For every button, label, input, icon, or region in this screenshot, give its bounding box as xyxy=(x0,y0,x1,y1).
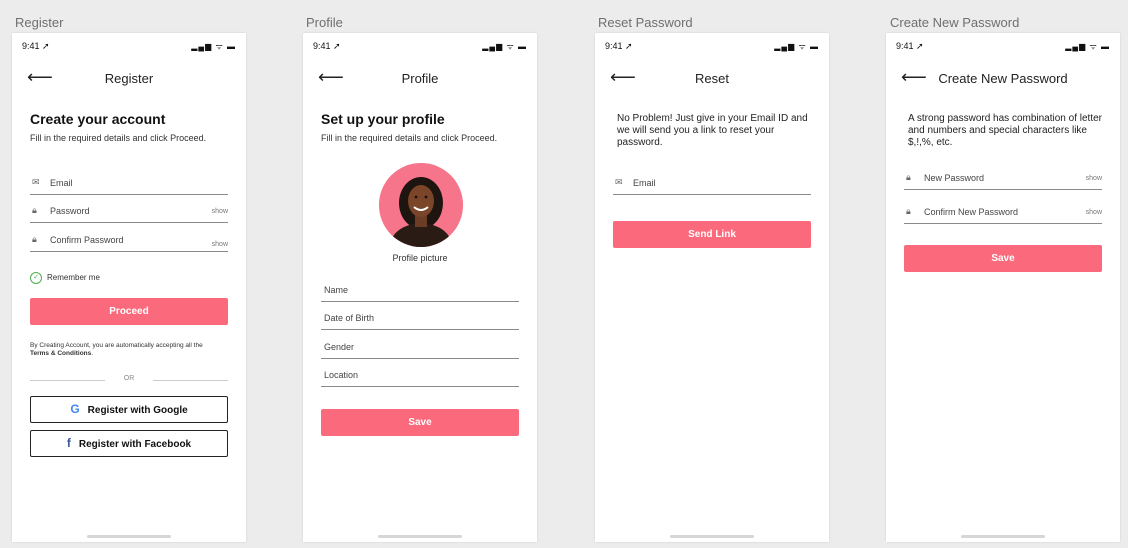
status-time: 9:41 ➚ xyxy=(605,41,633,51)
home-indicator xyxy=(961,535,1045,538)
envelope-icon: ✉ xyxy=(615,177,623,187)
lock-icon: 🔒︎ xyxy=(32,234,37,244)
proceed-button[interactable]: Proceed xyxy=(30,298,228,325)
status-icons: ▂▄▆ ᯤ ▬ xyxy=(774,42,819,51)
home-indicator xyxy=(378,535,462,538)
gender-field[interactable]: Gender xyxy=(321,338,519,359)
new-password-field[interactable]: 🔒︎ New Password show xyxy=(904,169,1102,190)
send-link-button[interactable]: Send Link xyxy=(613,221,811,248)
nav-title: Reset xyxy=(695,71,729,86)
email-label: Email xyxy=(633,178,656,188)
location-field[interactable]: Location xyxy=(321,366,519,387)
password-show-toggle[interactable]: show xyxy=(212,208,228,215)
page-heading: Create your account xyxy=(30,111,166,127)
password-field[interactable]: 🔒︎ Password show xyxy=(30,202,228,223)
name-label: Name xyxy=(324,285,349,295)
create-new-password-screen: 9:41 ➚ ▂▄▆ ᯤ ▬ ⟵ Create New Password A s… xyxy=(886,33,1120,542)
terms-link[interactable]: Terms & Conditions xyxy=(30,350,91,357)
name-field[interactable]: Name xyxy=(321,281,519,302)
page-heading: Set up your profile xyxy=(321,111,445,127)
frame-label-register: Register xyxy=(15,15,64,30)
remember-me[interactable]: ✓ Remember me xyxy=(30,272,100,284)
status-time: 9:41 ➚ xyxy=(22,41,50,51)
avatar[interactable] xyxy=(379,163,463,247)
frame-label-profile: Profile xyxy=(306,15,343,30)
status-bar: 9:41 ➚ ▂▄▆ ᯤ ▬ xyxy=(22,41,236,53)
terms-suffix: . xyxy=(91,350,94,357)
password-instructions: A strong password has combination of let… xyxy=(908,113,1102,148)
lock-icon: 🔒︎ xyxy=(906,206,911,216)
status-icons: ▂▄▆ ᯤ ▬ xyxy=(1065,42,1110,51)
divider-line xyxy=(152,380,228,381)
remember-me-label: Remember me xyxy=(47,273,100,283)
reset-password-screen: 9:41 ➚ ▂▄▆ ᯤ ▬ ⟵ Reset No Problem! Just … xyxy=(595,33,829,542)
frame-label-reset: Reset Password xyxy=(598,15,693,30)
status-time: 9:41 ➚ xyxy=(313,41,341,51)
frame-label-new-password: Create New Password xyxy=(890,15,1020,30)
facebook-logo-icon: f xyxy=(66,436,71,450)
confirm-password-field[interactable]: 🔒︎ Confirm Password show xyxy=(30,231,228,252)
status-icons: ▂▄▆ ᯤ ▬ xyxy=(482,42,527,51)
email-field[interactable]: ✉ Email xyxy=(613,174,811,195)
dob-label: Date of Birth xyxy=(324,313,375,323)
save-button[interactable]: Save xyxy=(904,245,1102,272)
confirm-password-label: Confirm Password xyxy=(50,235,124,245)
page-subtext: Fill in the required details and click P… xyxy=(321,133,498,143)
google-logo-icon: G xyxy=(70,402,80,416)
register-facebook-button[interactable]: f Register with Facebook xyxy=(30,430,228,457)
nav-bar: ⟵ Create New Password xyxy=(886,67,1120,89)
or-divider: OR xyxy=(30,375,228,385)
terms-text: By Creating Account, you are automatical… xyxy=(30,342,228,358)
new-password-label: New Password xyxy=(924,173,985,183)
confirm-password-show-toggle[interactable]: show xyxy=(212,241,228,248)
avatar-caption: Profile picture xyxy=(392,253,448,263)
google-button-label: Register with Google xyxy=(87,405,188,416)
nav-bar: ⟵ Reset xyxy=(595,67,829,89)
email-label: Email xyxy=(50,178,73,188)
nav-title: Create New Password xyxy=(938,71,1068,86)
nav-title: Profile xyxy=(401,71,439,86)
envelope-icon: ✉ xyxy=(32,177,40,187)
status-bar: 9:41 ➚ ▂▄▆ ᯤ ▬ xyxy=(605,41,819,53)
status-time: 9:41 ➚ xyxy=(896,41,924,51)
save-button[interactable]: Save xyxy=(321,409,519,436)
facebook-button-label: Register with Facebook xyxy=(78,439,192,450)
page-subtext: Fill in the required details and click P… xyxy=(30,133,207,143)
nav-bar: ⟵ Profile xyxy=(303,67,537,89)
check-circle-icon[interactable]: ✓ xyxy=(30,272,42,284)
lock-icon: 🔒︎ xyxy=(906,172,911,182)
nav-bar: ⟵ Register xyxy=(12,67,246,89)
confirm-new-password-show-toggle[interactable]: show xyxy=(1086,209,1102,216)
lock-icon: 🔒︎ xyxy=(32,205,37,215)
status-bar: 9:41 ➚ ▂▄▆ ᯤ ▬ xyxy=(313,41,527,53)
new-password-show-toggle[interactable]: show xyxy=(1086,175,1102,182)
password-label: Password xyxy=(50,206,90,216)
confirm-new-password-field[interactable]: 🔒︎ Confirm New Password show xyxy=(904,203,1102,224)
confirm-new-password-label: Confirm New Password xyxy=(924,207,1019,217)
terms-prefix: By Creating Account, you are automatical… xyxy=(30,342,203,349)
home-indicator xyxy=(670,535,754,538)
register-screen: 9:41 ➚ ▂▄▆ ᯤ ▬ ⟵ Register Create your ac… xyxy=(12,33,246,542)
nav-title: Register xyxy=(104,71,154,86)
location-label: Location xyxy=(324,370,359,380)
status-icons: ▂▄▆ ᯤ ▬ xyxy=(191,42,236,51)
profile-screen: 9:41 ➚ ▂▄▆ ᯤ ▬ ⟵ Profile Set up your pro… xyxy=(303,33,537,542)
dob-field[interactable]: Date of Birth xyxy=(321,309,519,330)
reset-instructions: No Problem! Just give in your Email ID a… xyxy=(617,113,808,148)
avatar-image xyxy=(379,163,463,247)
email-field[interactable]: ✉ Email xyxy=(30,174,228,195)
status-bar: 9:41 ➚ ▂▄▆ ᯤ ▬ xyxy=(896,41,1110,53)
register-google-button[interactable]: G Register with Google xyxy=(30,396,228,423)
gender-label: Gender xyxy=(324,342,355,352)
home-indicator xyxy=(87,535,171,538)
